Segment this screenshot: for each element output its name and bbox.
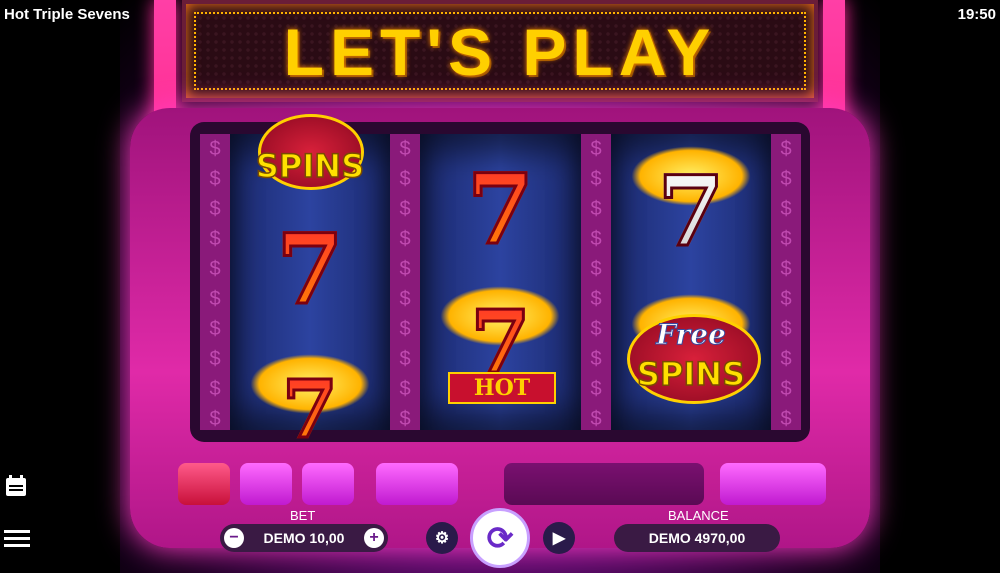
cabinet-button-pink (240, 463, 292, 505)
free-spins-symbol: SPINS (255, 146, 365, 186)
spin-button[interactable]: ⟳ (470, 508, 530, 568)
reel-divider: $ $ $ $ $ $ $ $ $ $ (390, 134, 420, 430)
free-text: Free (656, 317, 727, 351)
menu-icon[interactable] (4, 528, 30, 550)
bet-selector: DEMO 10,00 (220, 524, 388, 552)
marquee-sign: LET'S PLAY (182, 0, 818, 102)
bet-label: BET (290, 508, 316, 523)
autoplay-icon[interactable]: ▶ (543, 522, 575, 554)
cabinet-button-red (178, 463, 230, 505)
reel-1: SPINS 7 7 (230, 114, 390, 458)
game-title: Hot Triple Sevens (4, 6, 130, 23)
paytable-icon[interactable] (4, 474, 30, 496)
coins-settings-icon[interactable]: ⚙ (426, 522, 458, 554)
cabinet-button-pink-wide (720, 463, 826, 505)
red-seven-symbol: 7 (420, 151, 581, 267)
balance-display: DEMO 4970,00 (614, 524, 780, 552)
bet-value: DEMO 10,00 (263, 530, 345, 546)
spins-text: SPINS (636, 354, 746, 394)
red-seven-symbol: 7 (230, 211, 390, 327)
cabinet-button-pink-wide (376, 463, 458, 505)
hot-ribbon: HOT (448, 372, 556, 404)
clock: 19:50 (957, 6, 996, 23)
reel-3: 7 Free SPINS (611, 134, 771, 430)
reel-divider: $ $ $ $ $ $ $ $ $ $ (200, 134, 230, 430)
hot-seven-symbol: 7 (230, 361, 390, 458)
balance-label: BALANCE (668, 508, 729, 523)
balance-value: DEMO 4970,00 (648, 530, 746, 546)
reel-divider: $ $ $ $ $ $ $ $ $ $ (771, 134, 801, 430)
coin-slot-panel (504, 463, 704, 505)
marquee-text: LET'S PLAY (283, 15, 717, 89)
reel-2: 7 7 HOT (420, 134, 581, 430)
white-seven-symbol: 7 (611, 153, 771, 269)
cabinet-button-pink (302, 463, 354, 505)
bet-increase-button[interactable]: + (364, 528, 384, 548)
bet-decrease-button[interactable]: − (224, 528, 244, 548)
reel-divider: $ $ $ $ $ $ $ $ $ $ (581, 134, 611, 430)
